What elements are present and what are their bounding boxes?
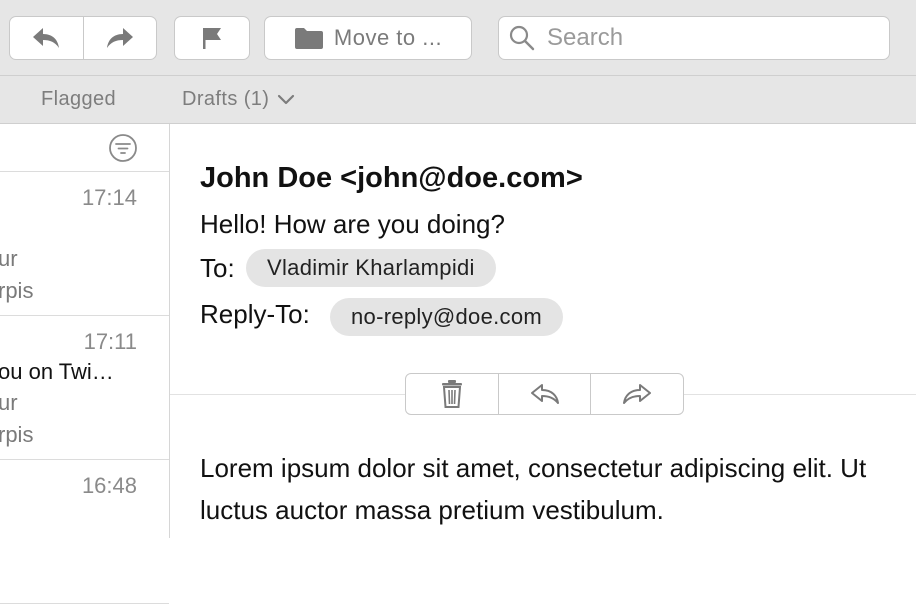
message-subject: Hello! How are you doing? (200, 209, 505, 239)
search-input[interactable] (545, 23, 869, 53)
list-header (0, 124, 169, 172)
filter-icon[interactable] (108, 133, 138, 163)
message-time: 17:14 (81, 185, 137, 210)
delete-button[interactable] (406, 374, 498, 414)
tab-label: Drafts (1) (182, 88, 270, 110)
forward-icon (106, 28, 133, 48)
tab-label: Flagged (41, 88, 117, 110)
tab-drafts[interactable]: Drafts (1) (182, 88, 295, 111)
forward-button[interactable] (82, 17, 157, 59)
mailbox-tabs: Flagged Drafts (1) (0, 76, 916, 124)
message-preview-line: ur (0, 390, 18, 415)
reply-to-label: Reply-To: (200, 299, 310, 329)
message-time: 16:48 (81, 473, 137, 498)
forward-button[interactable] (590, 374, 683, 414)
message-preview-line: rpis (0, 422, 34, 447)
message-preview-line: rpis (0, 278, 34, 303)
flag-icon (203, 28, 221, 49)
reply-forward-group (9, 16, 157, 60)
message-list: 17:14 ur rpis 17:11 ou on Twi… ur rpis 1… (0, 124, 170, 604)
message-preview-line: ur (0, 246, 18, 271)
toolbar: Move to ... (0, 0, 916, 76)
reply-button[interactable] (10, 17, 83, 59)
flag-button[interactable] (174, 16, 250, 60)
reply-to-chip[interactable]: no-reply@doe.com (330, 298, 563, 336)
message-from: John Doe <john@doe.com> (200, 162, 583, 194)
recipient-chip[interactable]: Vladimir Kharlampidi (246, 249, 496, 287)
message-time: 17:11 (83, 329, 137, 354)
list-item[interactable]: 16:48 (0, 460, 169, 604)
reply-button[interactable] (497, 374, 591, 414)
to-label: To: (200, 253, 235, 283)
search-icon (509, 25, 535, 51)
chevron-down-icon (278, 94, 295, 104)
reply-icon (33, 28, 60, 48)
message-view: John Doe <john@doe.com> Hello! How are y… (170, 124, 916, 538)
list-item[interactable]: 17:11 ou on Twi… ur rpis (0, 316, 169, 460)
move-to-button[interactable]: Move to ... (264, 16, 472, 60)
move-to-label: Move to ... (333, 25, 443, 50)
message-subject-line: ou on Twi… (0, 359, 114, 384)
list-item[interactable]: 17:14 ur rpis (0, 172, 169, 316)
message-actions (405, 373, 684, 415)
search-field[interactable] (498, 16, 890, 60)
reply-icon (530, 384, 559, 404)
forward-icon (623, 384, 652, 404)
tab-flagged[interactable]: Flagged (41, 88, 116, 111)
folder-icon (294, 28, 323, 49)
message-body: Lorem ipsum dolor sit amet, consectetur … (200, 453, 867, 525)
trash-icon (441, 380, 462, 408)
